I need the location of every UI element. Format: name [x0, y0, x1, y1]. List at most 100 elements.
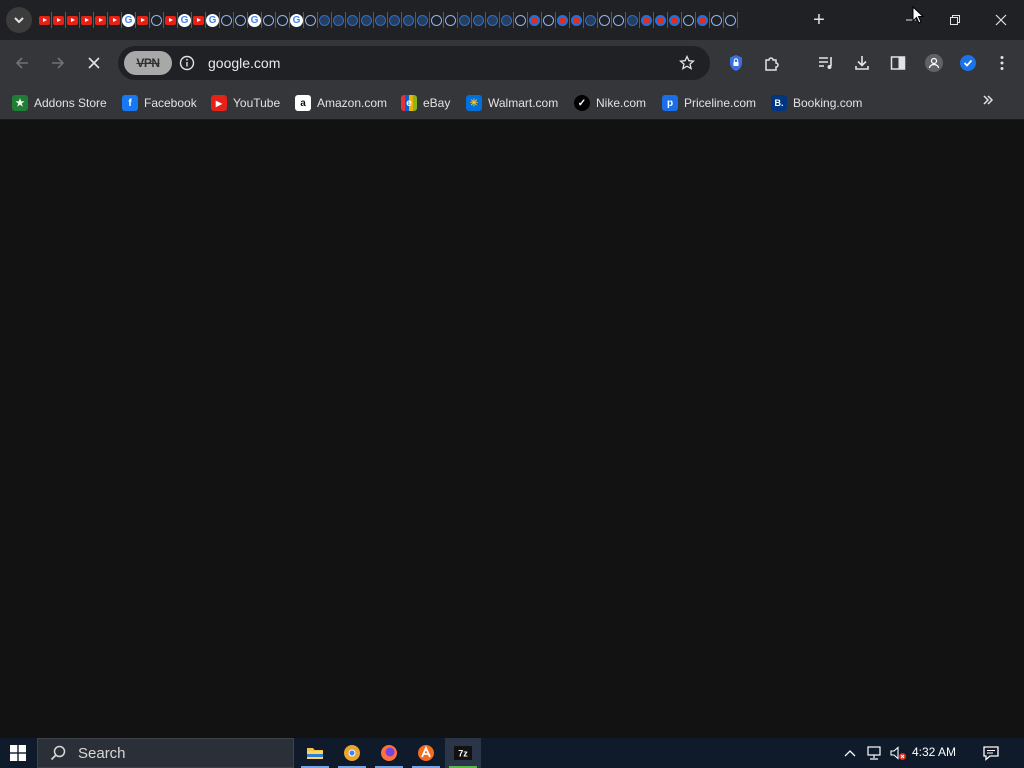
- security-extension-button[interactable]: [956, 51, 980, 75]
- browser-tab[interactable]: [38, 12, 52, 28]
- browser-tab[interactable]: G: [122, 12, 136, 28]
- close-window-button[interactable]: [988, 8, 1014, 32]
- stop-loading-button[interactable]: [82, 51, 106, 75]
- youtube-favicon-icon: [39, 15, 50, 25]
- taskbar-app-firefox[interactable]: [371, 738, 407, 768]
- browser-tab[interactable]: [220, 12, 234, 28]
- network-status-button[interactable]: [864, 743, 884, 763]
- browser-tab[interactable]: [192, 12, 206, 28]
- bookmark-star-button[interactable]: [678, 54, 696, 72]
- browser-tab[interactable]: [318, 12, 332, 28]
- globe-favicon-icon: [263, 14, 274, 26]
- browser-tab[interactable]: [108, 12, 122, 28]
- address-bar[interactable]: VPN google.com: [118, 46, 710, 80]
- browser-menu-button[interactable]: [990, 51, 1014, 75]
- browser-tab[interactable]: [724, 12, 738, 28]
- new-tab-button[interactable]: +: [810, 10, 828, 30]
- bookmark-youtube[interactable]: ▶ YouTube: [211, 92, 280, 114]
- search-icon: [50, 745, 66, 761]
- media-controls-button[interactable]: [814, 51, 838, 75]
- browser-tab[interactable]: [136, 12, 150, 28]
- browser-tab[interactable]: [80, 12, 94, 28]
- browser-tab[interactable]: [94, 12, 108, 28]
- browser-tab[interactable]: [402, 12, 416, 28]
- browser-tab[interactable]: [514, 12, 528, 28]
- bookmark-booking[interactable]: B. Booking.com: [771, 92, 862, 114]
- bookmark-amazon[interactable]: a Amazon.com: [295, 92, 387, 114]
- bookmark-priceline[interactable]: p Priceline.com: [662, 92, 756, 114]
- browser-tab[interactable]: [234, 12, 248, 28]
- system-clock[interactable]: 4:32 AM: [912, 745, 956, 759]
- browser-tab[interactable]: [500, 12, 514, 28]
- tab-search-button[interactable]: [6, 7, 32, 33]
- browser-tab[interactable]: [262, 12, 276, 28]
- browser-tab[interactable]: [570, 12, 584, 28]
- 7zip-icon: 7z: [454, 746, 472, 760]
- taskbar-app-chrome[interactable]: [334, 738, 370, 768]
- globe-favicon-icon: [277, 14, 288, 26]
- site-info-button[interactable]: [178, 54, 196, 72]
- browser-tab[interactable]: [696, 12, 710, 28]
- browser-tab[interactable]: [626, 12, 640, 28]
- browser-tab[interactable]: [598, 12, 612, 28]
- page-content[interactable]: [0, 121, 1024, 738]
- browser-tab[interactable]: [360, 12, 374, 28]
- globe-favicon-icon: [501, 14, 512, 26]
- browser-tab[interactable]: [66, 12, 80, 28]
- browser-tab[interactable]: G: [206, 12, 220, 28]
- browser-tab[interactable]: [668, 12, 682, 28]
- browser-tab[interactable]: G: [290, 12, 304, 28]
- browser-tab[interactable]: [304, 12, 318, 28]
- show-hidden-icons-button[interactable]: [842, 743, 858, 763]
- browser-tab[interactable]: [346, 12, 360, 28]
- forward-button[interactable]: [46, 51, 70, 75]
- browser-tab[interactable]: [542, 12, 556, 28]
- browser-tab[interactable]: [164, 12, 178, 28]
- browser-tab[interactable]: [444, 12, 458, 28]
- browser-tab[interactable]: [430, 12, 444, 28]
- back-button[interactable]: [10, 51, 34, 75]
- lock-extension-button[interactable]: [724, 51, 748, 75]
- browser-tab[interactable]: [640, 12, 654, 28]
- profile-button[interactable]: [922, 51, 946, 75]
- browser-tab[interactable]: [150, 12, 164, 28]
- browser-tab[interactable]: [388, 12, 402, 28]
- chrome-icon: [344, 745, 360, 761]
- more-bookmarks-button[interactable]: [978, 90, 998, 110]
- taskbar-search-box[interactable]: Search: [37, 738, 294, 768]
- action-center-button[interactable]: [980, 742, 1002, 764]
- vpn-button[interactable]: VPN: [124, 51, 172, 75]
- bookmark-ebay[interactable]: e eBay: [401, 92, 450, 114]
- restore-button[interactable]: [942, 8, 968, 32]
- browser-tab[interactable]: [416, 12, 430, 28]
- taskbar-app-avast[interactable]: [408, 738, 444, 768]
- browser-tab[interactable]: [612, 12, 626, 28]
- browser-tab[interactable]: [486, 12, 500, 28]
- browser-tab[interactable]: [654, 12, 668, 28]
- browser-tab[interactable]: [710, 12, 724, 28]
- extensions-button[interactable]: [760, 51, 784, 75]
- browser-tab[interactable]: [528, 12, 542, 28]
- bookmark-nike[interactable]: ✓ Nike.com: [574, 92, 646, 114]
- browser-tab[interactable]: [584, 12, 598, 28]
- browser-tab[interactable]: G: [248, 12, 262, 28]
- url-text[interactable]: google.com: [208, 55, 280, 71]
- browser-tab[interactable]: [472, 12, 486, 28]
- taskbar-app-file-explorer[interactable]: [297, 738, 333, 768]
- bookmark-addons-store[interactable]: ★ Addons Store: [12, 92, 107, 114]
- browser-tab[interactable]: [682, 12, 696, 28]
- browser-tab[interactable]: [374, 12, 388, 28]
- browser-tab[interactable]: G: [178, 12, 192, 28]
- downloads-button[interactable]: [850, 51, 874, 75]
- volume-button[interactable]: [888, 743, 908, 763]
- taskbar-app-7zip[interactable]: 7z: [445, 738, 481, 768]
- browser-tab[interactable]: [332, 12, 346, 28]
- browser-tab[interactable]: [458, 12, 472, 28]
- browser-tab[interactable]: [556, 12, 570, 28]
- browser-tab[interactable]: [52, 12, 66, 28]
- bookmark-facebook[interactable]: f Facebook: [122, 92, 197, 114]
- side-panel-button[interactable]: [886, 51, 910, 75]
- browser-tab[interactable]: [276, 12, 290, 28]
- start-button[interactable]: [0, 738, 36, 768]
- bookmark-walmart[interactable]: ✳ Walmart.com: [466, 92, 558, 114]
